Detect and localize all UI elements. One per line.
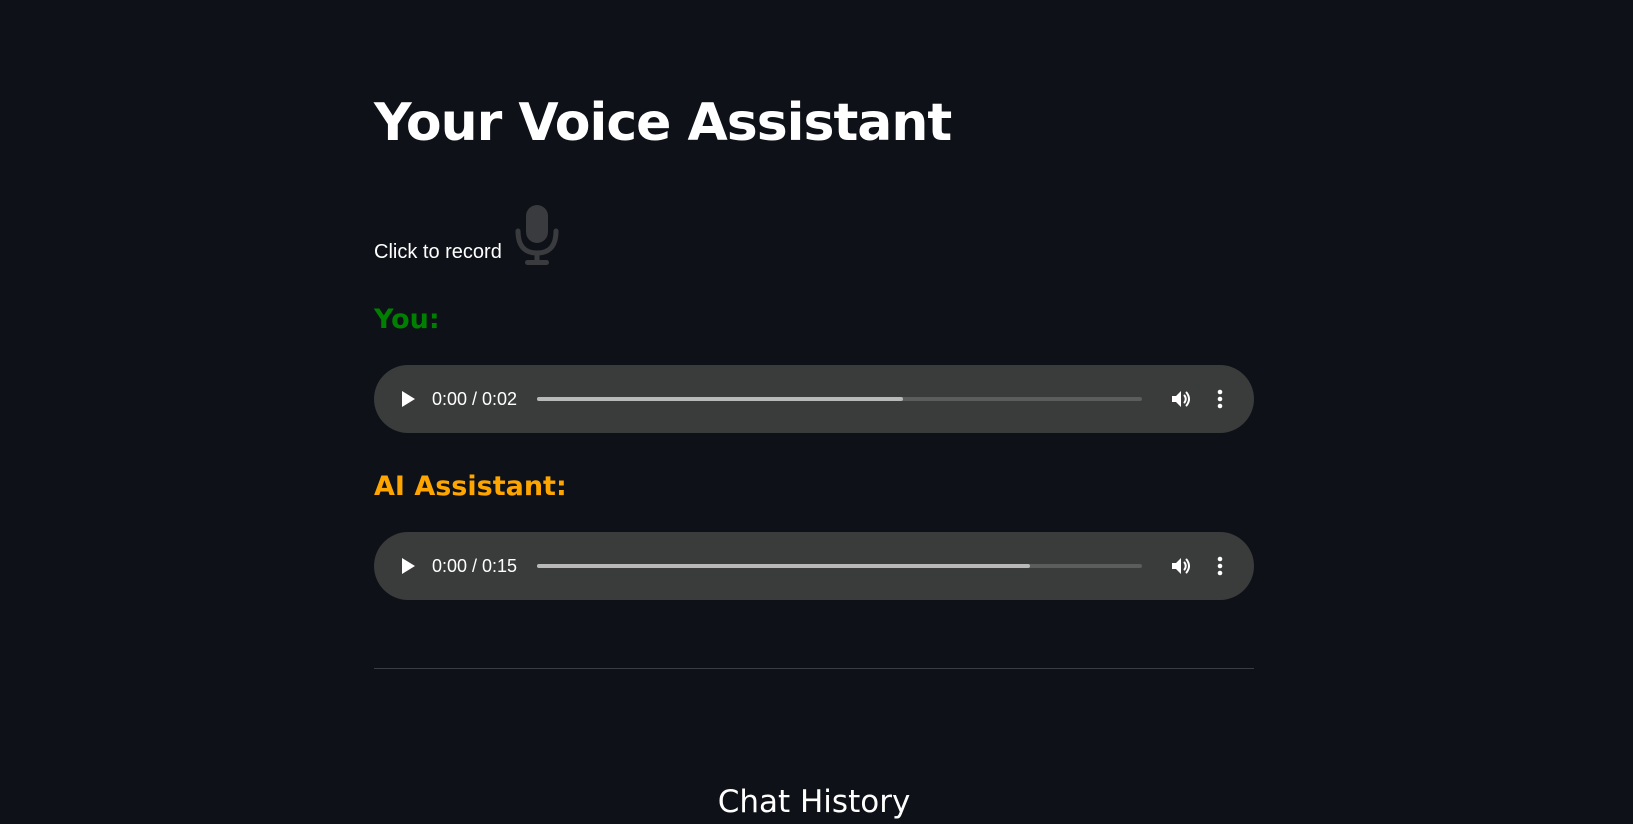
- play-button[interactable]: [396, 387, 420, 411]
- record-button[interactable]: [514, 202, 560, 270]
- ai-assistant-label: AI Assistant:: [374, 471, 567, 502]
- assistant-audio-player[interactable]: 0:00 / 0:15: [374, 532, 1254, 600]
- more-vert-icon: [1217, 556, 1223, 576]
- seek-slider[interactable]: [537, 564, 1142, 568]
- main-content: Your Voice Assistant Click to record You…: [374, 0, 1254, 820]
- play-icon: [402, 558, 415, 574]
- volume-icon: [1172, 391, 1190, 407]
- you-label: You:: [374, 304, 440, 335]
- volume-button[interactable]: [1168, 553, 1194, 579]
- buffered-bar: [537, 397, 904, 401]
- seek-slider[interactable]: [537, 397, 1142, 401]
- play-icon: [402, 391, 415, 407]
- audio-recorder: Click to record: [374, 200, 560, 270]
- more-vert-icon: [1217, 389, 1223, 409]
- user-audio-player[interactable]: 0:00 / 0:02: [374, 365, 1254, 433]
- play-button[interactable]: [396, 554, 420, 578]
- section-divider: [374, 668, 1254, 669]
- volume-icon: [1172, 558, 1190, 574]
- time-display: 0:00 / 0:15: [432, 556, 518, 576]
- page-title: Your Voice Assistant: [374, 93, 952, 153]
- record-label: Click to record: [374, 241, 502, 263]
- volume-button[interactable]: [1168, 386, 1194, 412]
- more-options-button[interactable]: [1210, 386, 1230, 412]
- buffered-bar: [537, 564, 1031, 568]
- microphone-icon: [515, 205, 559, 265]
- more-options-button[interactable]: [1210, 553, 1230, 579]
- chat-history-heading: Chat History: [717, 784, 911, 820]
- time-display: 0:00 / 0:02: [432, 389, 518, 409]
